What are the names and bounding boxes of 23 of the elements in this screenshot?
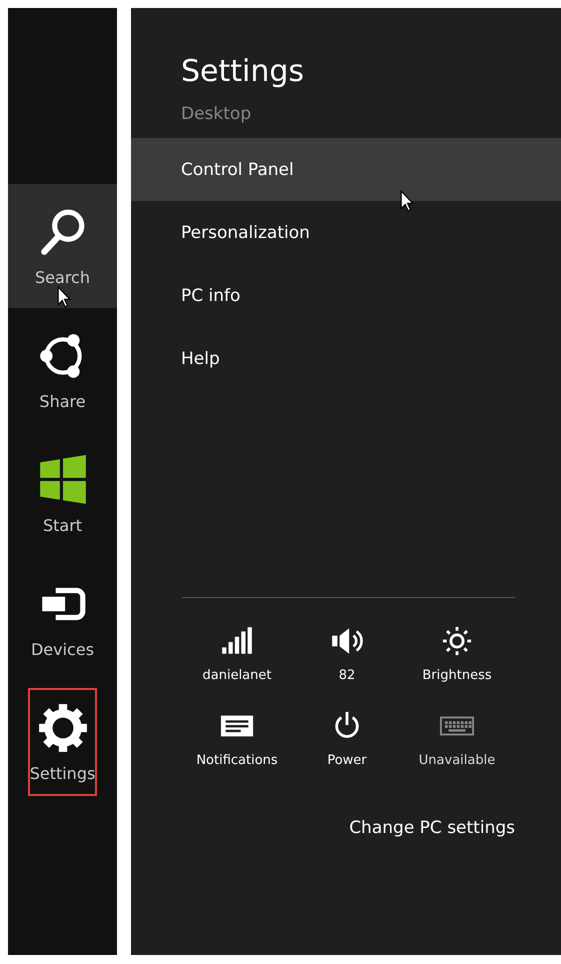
quick-setting-button[interactable]: Brightness: [402, 620, 512, 689]
panel-subtitle: Desktop: [181, 104, 252, 124]
menu-item[interactable]: PC info: [131, 264, 561, 327]
quick-setting-button[interactable]: 82: [292, 620, 402, 689]
panel-title: Settings: [181, 53, 306, 91]
cursor-icon: [57, 286, 71, 308]
quick-setting-button[interactable]: danielanet: [182, 620, 292, 689]
quick-setting-button[interactable]: Power: [292, 705, 402, 774]
settings-icon: [36, 702, 88, 754]
charm-button[interactable]: Share: [8, 308, 117, 432]
menu-item[interactable]: Personalization: [131, 201, 561, 264]
cursor-icon: [400, 190, 414, 212]
speaker-icon: [330, 626, 364, 656]
charm-button[interactable]: Search: [8, 184, 117, 308]
menu-item[interactable]: Control Panel: [131, 138, 561, 201]
signal-icon: [220, 626, 254, 656]
menu-item[interactable]: Help: [131, 327, 561, 390]
charm-button[interactable]: Devices: [8, 556, 117, 680]
quick-setting-button[interactable]: Notifications: [182, 705, 292, 774]
sun-icon: [440, 626, 474, 656]
change-pc-settings-link[interactable]: Change PC settings: [349, 818, 515, 838]
charm-button[interactable]: Start: [8, 432, 117, 556]
charm-button[interactable]: Settings: [20, 680, 105, 804]
